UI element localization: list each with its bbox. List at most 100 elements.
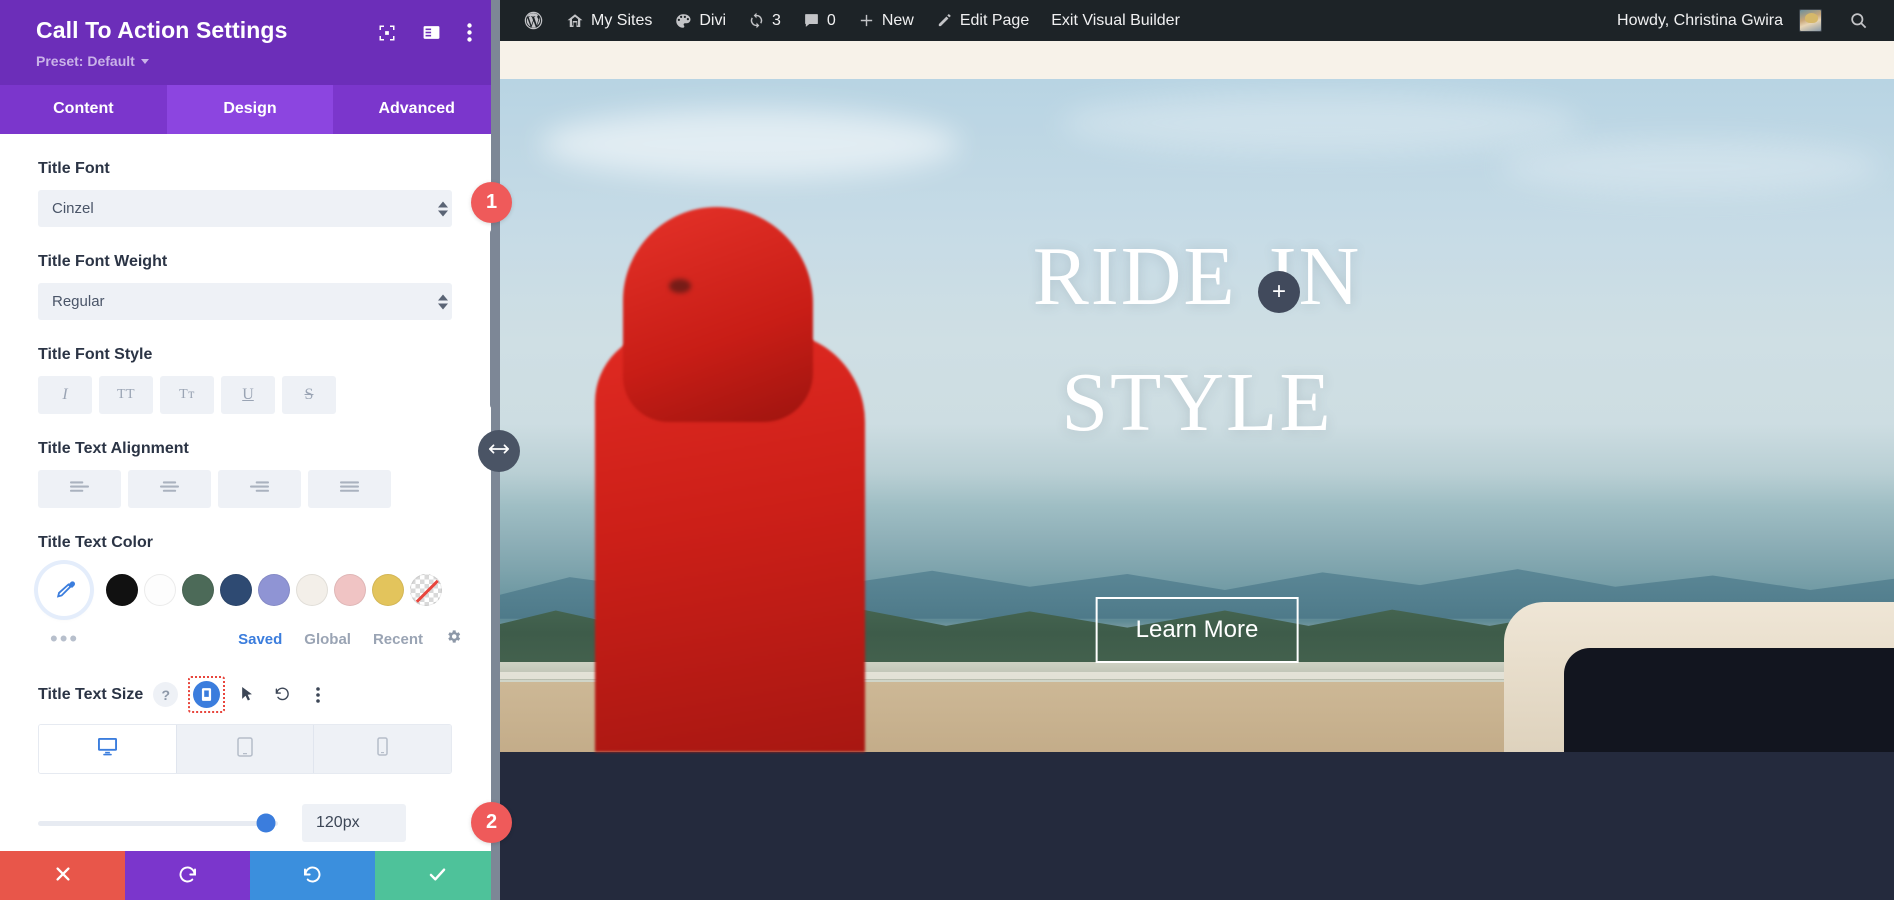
layout-panel-icon[interactable] [422,23,441,42]
hero-learn-more-button[interactable]: Learn More [1096,597,1299,663]
italic-glyph: I [62,386,67,404]
adminbar-label-updates: 3 [772,12,781,30]
adminbar-item-wp-logo[interactable] [512,0,555,41]
preset-selector[interactable]: Preset: Default [36,53,149,69]
pencil-icon [936,12,953,29]
uppercase-button[interactable]: TT [99,376,153,414]
adminbar-item-updates[interactable]: 3 [737,0,792,41]
field-title-text-size: Title Text Size ? [38,676,462,842]
more-colors-button[interactable]: ••• [38,634,79,644]
adminbar-search-button[interactable] [1833,0,1882,41]
color-tab-saved[interactable]: Saved [238,631,282,648]
undo-button[interactable] [125,851,250,900]
gear-icon[interactable] [445,628,462,650]
strikethrough-button[interactable]: S [282,376,336,414]
checkmark-icon [427,864,448,888]
save-button[interactable] [375,851,500,900]
avatar [1799,9,1822,32]
kebab-menu-icon[interactable] [305,682,330,707]
title-font-weight-select[interactable]: Regular [38,283,452,320]
adminbar-item-divi[interactable]: Divi [663,0,737,41]
color-tab-recent[interactable]: Recent [373,631,423,648]
title-text-size-header: Title Text Size ? [38,676,462,713]
color-swatch-gold[interactable] [372,574,404,606]
tab-content[interactable]: Content [0,85,167,134]
adminbar-item-my-sites[interactable]: My Sites [555,0,663,41]
adminbar-item-exit-visual-builder[interactable]: Exit Visual Builder [1040,0,1191,41]
panel-body: Title Font Cinzel Title Font Weight Regu… [0,134,500,851]
align-justify-button[interactable] [308,470,391,508]
panel-scroll-content: Title Font Cinzel Title Font Weight Regu… [0,134,500,851]
call-to-action-settings-panel: Call To Action Settings Preset: Default [0,0,500,900]
hover-cursor-icon[interactable] [235,682,260,707]
italic-button[interactable]: I [38,376,92,414]
add-module-button[interactable]: + [1258,271,1300,313]
field-title-text-alignment: Title Text Alignment [38,440,462,508]
smallcaps-button[interactable]: Tт [160,376,214,414]
device-tab-tablet[interactable] [177,725,315,773]
underline-button[interactable]: U [221,376,275,414]
align-right-icon [250,481,269,498]
close-x-icon [53,864,73,887]
hero-title[interactable]: Ride in Style [1033,201,1362,453]
focus-target-icon[interactable] [378,24,396,42]
cancel-button[interactable] [0,851,125,900]
color-tab-global[interactable]: Global [304,631,351,648]
help-icon[interactable]: ? [153,682,178,707]
cloud-shape [540,109,960,179]
cloud-shape [1060,93,1580,153]
plus-icon: + [1272,280,1286,304]
strikethrough-glyph: S [305,386,314,404]
panel-header-texts: Call To Action Settings Preset: Default [36,17,378,71]
tab-advanced[interactable]: Advanced [333,85,500,134]
color-swatch-navy[interactable] [220,574,252,606]
adminbar-label-exit-vb: Exit Visual Builder [1051,12,1180,30]
eyedropper-icon[interactable] [38,564,90,616]
device-tab-group [38,724,452,774]
title-font-select-wrapper: Cinzel [38,190,462,227]
color-swatch-offwhite[interactable] [296,574,328,606]
adminbar-item-comments[interactable]: 0 [792,0,847,41]
color-swatch-periwinkle[interactable] [258,574,290,606]
page-title: Call To Action Settings [36,17,378,44]
tab-design[interactable]: Design [167,85,334,134]
panel-resize-handle[interactable] [478,430,520,472]
redo-button[interactable] [250,851,375,900]
text-size-slider[interactable] [38,821,278,826]
label-title-text-alignment: Title Text Alignment [38,440,462,458]
color-swatch-transparent[interactable] [410,574,442,606]
adminbar-item-edit-page[interactable]: Edit Page [925,0,1040,41]
person-in-red-jacket [595,232,865,752]
preset-label: Preset: Default [36,53,135,69]
color-swatch-white[interactable] [144,574,176,606]
adminbar-label-new: New [882,12,914,30]
slider-knob[interactable] [257,814,276,833]
tablet-icon [237,737,253,762]
responsive-device-icon[interactable] [193,681,220,708]
title-font-weight-select-wrapper: Regular [38,283,462,320]
adminbar-item-howdy[interactable]: Howdy, Christina Gwira [1606,0,1833,41]
cloud-shape [1500,139,1880,194]
adminbar-label-divi: Divi [699,12,726,30]
phone-icon [377,737,388,761]
color-swatch-green[interactable] [182,574,214,606]
color-swatch-pink[interactable] [334,574,366,606]
color-swatch-black[interactable] [106,574,138,606]
redo-arrow-icon [302,864,323,888]
reset-undo-icon[interactable] [270,682,295,707]
device-tab-phone[interactable] [314,725,451,773]
align-center-button[interactable] [128,470,211,508]
kebab-menu-icon[interactable] [467,23,472,42]
text-size-input[interactable] [302,804,406,842]
title-font-select[interactable]: Cinzel [38,190,452,227]
panel-action-bar [0,851,500,900]
adminbar-label-comments: 0 [827,12,836,30]
horizontal-resize-icon [488,442,510,461]
align-left-icon [70,481,89,498]
align-left-button[interactable] [38,470,121,508]
adminbar-item-new[interactable]: New [847,0,925,41]
align-right-button[interactable] [218,470,301,508]
underline-glyph: U [242,386,254,404]
adminbar-label-edit-page: Edit Page [960,12,1029,30]
device-tab-desktop[interactable] [39,725,177,773]
